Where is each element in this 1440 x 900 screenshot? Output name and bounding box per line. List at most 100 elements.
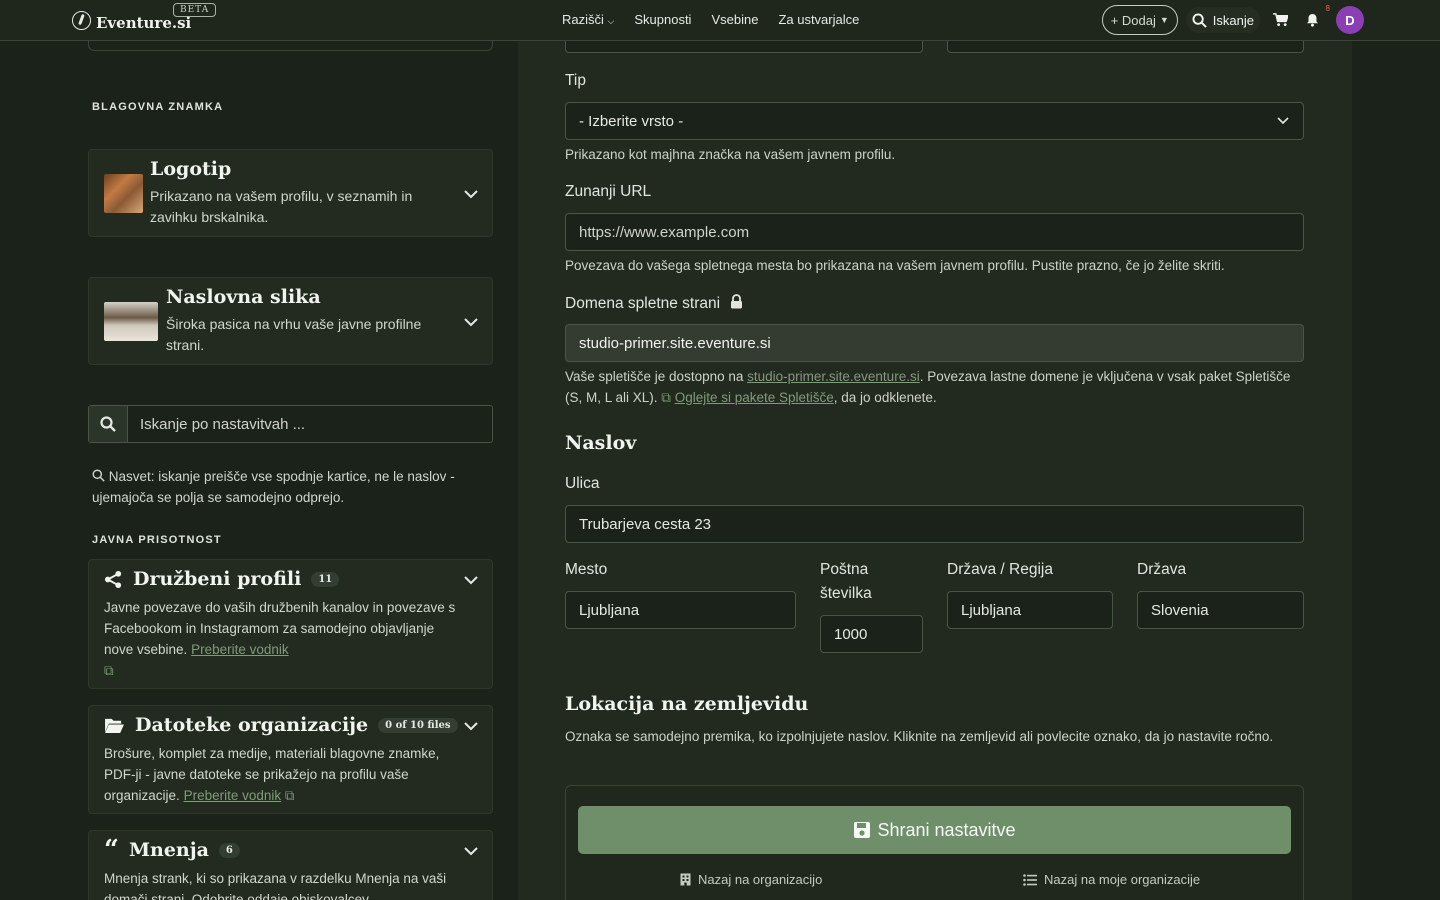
type-help: Prikazano kot majhna značka na vašem jav… xyxy=(565,147,896,162)
nav-communities[interactable]: Skupnosti xyxy=(634,12,691,27)
social-profiles-card[interactable]: Družbeni profili 11 Javne povezave do va… xyxy=(88,559,493,689)
public-section-title: JAVNA PRISOTNOST xyxy=(92,534,222,546)
reviews-card-description: Mnenja strank, ki so prikazana v razdelk… xyxy=(104,871,447,900)
postal-input[interactable]: 1000 xyxy=(820,615,923,653)
street-label: Ulica xyxy=(565,475,600,492)
folder-open-icon xyxy=(105,718,124,733)
packages-link[interactable]: Oglejte si pakete Spletišče xyxy=(675,390,834,405)
social-guide-link[interactable]: Preberite vodnik xyxy=(191,642,289,657)
nav-explore-label: Razišči xyxy=(562,12,604,27)
lock-icon xyxy=(731,294,743,309)
share-icon xyxy=(104,570,122,588)
notification-count: 8 xyxy=(1325,4,1330,13)
back-to-organization-label: Nazaj na organizacijo xyxy=(698,872,823,887)
top-navbar: Eventure.si BETA Razišči ⌵ Skupnosti Vse… xyxy=(0,0,1440,41)
logo-thumbnail xyxy=(104,174,143,213)
city-input[interactable]: Ljubljana xyxy=(565,591,796,629)
reviews-card[interactable]: “ Mnenja 6 Mnenja strank, ki so prikazan… xyxy=(88,830,493,900)
type-select[interactable]: - Izberite vrsto - xyxy=(565,102,1304,140)
brand-link[interactable]: Eventure.si BETA xyxy=(72,3,217,32)
url-input[interactable]: https://www.example.com xyxy=(565,213,1304,251)
nav-creators[interactable]: Za ustvarjalce xyxy=(778,12,859,27)
save-button[interactable]: Shrani nastavitve xyxy=(578,806,1291,854)
search-button[interactable]: Iskanje xyxy=(1185,7,1260,33)
search-button-label: Iskanje xyxy=(1212,12,1254,28)
building-icon xyxy=(680,873,691,886)
map-title: Lokacija na zemljevidu xyxy=(565,693,809,715)
social-card-count: 11 xyxy=(311,571,340,587)
cover-card[interactable]: Naslovna slika Široka pasica na vrhu vaš… xyxy=(88,277,493,365)
url-label: Zunanji URL xyxy=(565,183,652,200)
notifications-button[interactable]: 8 xyxy=(1300,4,1330,32)
settings-search-input[interactable]: Iskanje po nastavitvah ... xyxy=(128,406,492,442)
organization-files-card[interactable]: Datoteke organizacije 0 of 10 files Broš… xyxy=(88,705,493,814)
files-card-header: Datoteke organizacije 0 of 10 files xyxy=(104,714,458,736)
cart-button[interactable] xyxy=(1268,8,1292,32)
list-icon xyxy=(1023,873,1037,886)
search-icon xyxy=(92,469,105,482)
add-button[interactable]: + Dodaj ▼ xyxy=(1101,5,1178,35)
chevron-down-icon[interactable] xyxy=(464,722,478,734)
chevron-down-icon[interactable] xyxy=(464,847,478,859)
back-to-organization-link[interactable]: Nazaj na organizacijo xyxy=(680,872,822,887)
domain-help: Vaše spletišče je dostopno na studio-pri… xyxy=(565,366,1305,408)
navbar-actions: + Dodaj ▼ Iskanje 8 D xyxy=(1101,4,1364,35)
save-footer: Shrani nastavitve Nazaj na organizacijo … xyxy=(565,785,1304,900)
chevron-down-icon[interactable] xyxy=(464,318,478,330)
reviews-card-header: “ Mnenja 6 xyxy=(104,835,240,865)
reviews-card-title: Mnenja xyxy=(128,839,209,861)
postal-label: Poštna številka xyxy=(820,561,872,602)
street-input[interactable]: Trubarjeva cesta 23 xyxy=(565,505,1304,543)
caret-down-icon: ▼ xyxy=(1159,15,1169,25)
social-card-header: Družbeni profili 11 xyxy=(104,568,340,590)
cart-icon xyxy=(1272,13,1288,27)
domain-help-text-1: Vaše spletišče je dostopno na xyxy=(565,369,748,384)
avatar[interactable]: D xyxy=(1336,6,1364,34)
nav-explore[interactable]: Razišči ⌵ xyxy=(562,12,614,27)
map-help: Oznaka se samodejno premika, ko izpolnju… xyxy=(565,729,1274,744)
quote-icon: “ xyxy=(104,835,119,865)
country-input[interactable]: Slovenia xyxy=(1137,591,1304,629)
social-card-description: Javne povezave do vaših družbenih kanalo… xyxy=(104,597,459,681)
beta-badge: BETA xyxy=(173,3,217,17)
logo-card-description: Prikazano na vašem profilu, v seznamih i… xyxy=(150,188,413,225)
settings-search[interactable]: Iskanje po nastavitvah ... xyxy=(88,405,493,443)
region-label: Država / Regija xyxy=(947,561,1053,578)
brand-logo-icon xyxy=(72,10,91,30)
floppy-disk-icon xyxy=(854,822,871,838)
chevron-down-icon xyxy=(1277,117,1289,125)
search-icon xyxy=(1192,12,1207,28)
files-card-count: 0 of 10 files xyxy=(378,717,458,733)
files-card-title: Datoteke organizacije xyxy=(135,714,369,736)
domain-help-text-3: , da jo odklenete. xyxy=(833,390,937,405)
chevron-down-icon: ⌵ xyxy=(607,16,615,26)
files-guide-link[interactable]: Preberite vodnik xyxy=(184,788,282,803)
settings-form: Tip - Izberite vrsto - Prikazano kot maj… xyxy=(518,0,1352,900)
domain-label: Domena spletne strani xyxy=(565,294,743,313)
external-link-icon: ⧉ xyxy=(284,788,295,803)
domain-label-text: Domena spletne strani xyxy=(565,295,721,312)
chevron-down-icon[interactable] xyxy=(464,190,478,202)
type-label: Tip xyxy=(565,72,586,89)
logo-card-title: Logotip xyxy=(150,158,232,180)
address-title: Naslov xyxy=(565,432,637,454)
search-icon xyxy=(89,406,128,442)
bell-icon xyxy=(1306,13,1318,27)
back-to-my-organizations-label: Nazaj na moje organizacije xyxy=(1044,872,1201,887)
cover-thumbnail xyxy=(104,302,158,341)
region-input[interactable]: Ljubljana xyxy=(947,591,1113,629)
nav-content[interactable]: Vsebine xyxy=(711,12,758,27)
search-hint: Nasvet: iskanje preišče vse spodnje kart… xyxy=(92,466,492,508)
cover-card-title: Naslovna slika xyxy=(166,286,321,308)
type-select-value: - Izberite vrsto - xyxy=(579,112,684,130)
back-to-my-organizations-link[interactable]: Nazaj na moje organizacije xyxy=(1023,872,1200,887)
domain-link[interactable]: studio-primer.site.eventure.si xyxy=(747,369,920,384)
logo-card[interactable]: Logotip Prikazano na vašem profilu, v se… xyxy=(88,149,493,237)
city-label: Mesto xyxy=(565,561,608,578)
chevron-down-icon[interactable] xyxy=(464,576,478,588)
social-card-title: Družbeni profili xyxy=(133,568,302,590)
save-button-label: Shrani nastavitve xyxy=(877,819,1016,840)
external-link-icon: ⧉ xyxy=(661,390,671,405)
main-nav: Razišči ⌵ Skupnosti Vsebine Za ustvarjal… xyxy=(562,12,859,27)
search-hint-text: Nasvet: iskanje preišče vse spodnje kart… xyxy=(92,469,455,505)
